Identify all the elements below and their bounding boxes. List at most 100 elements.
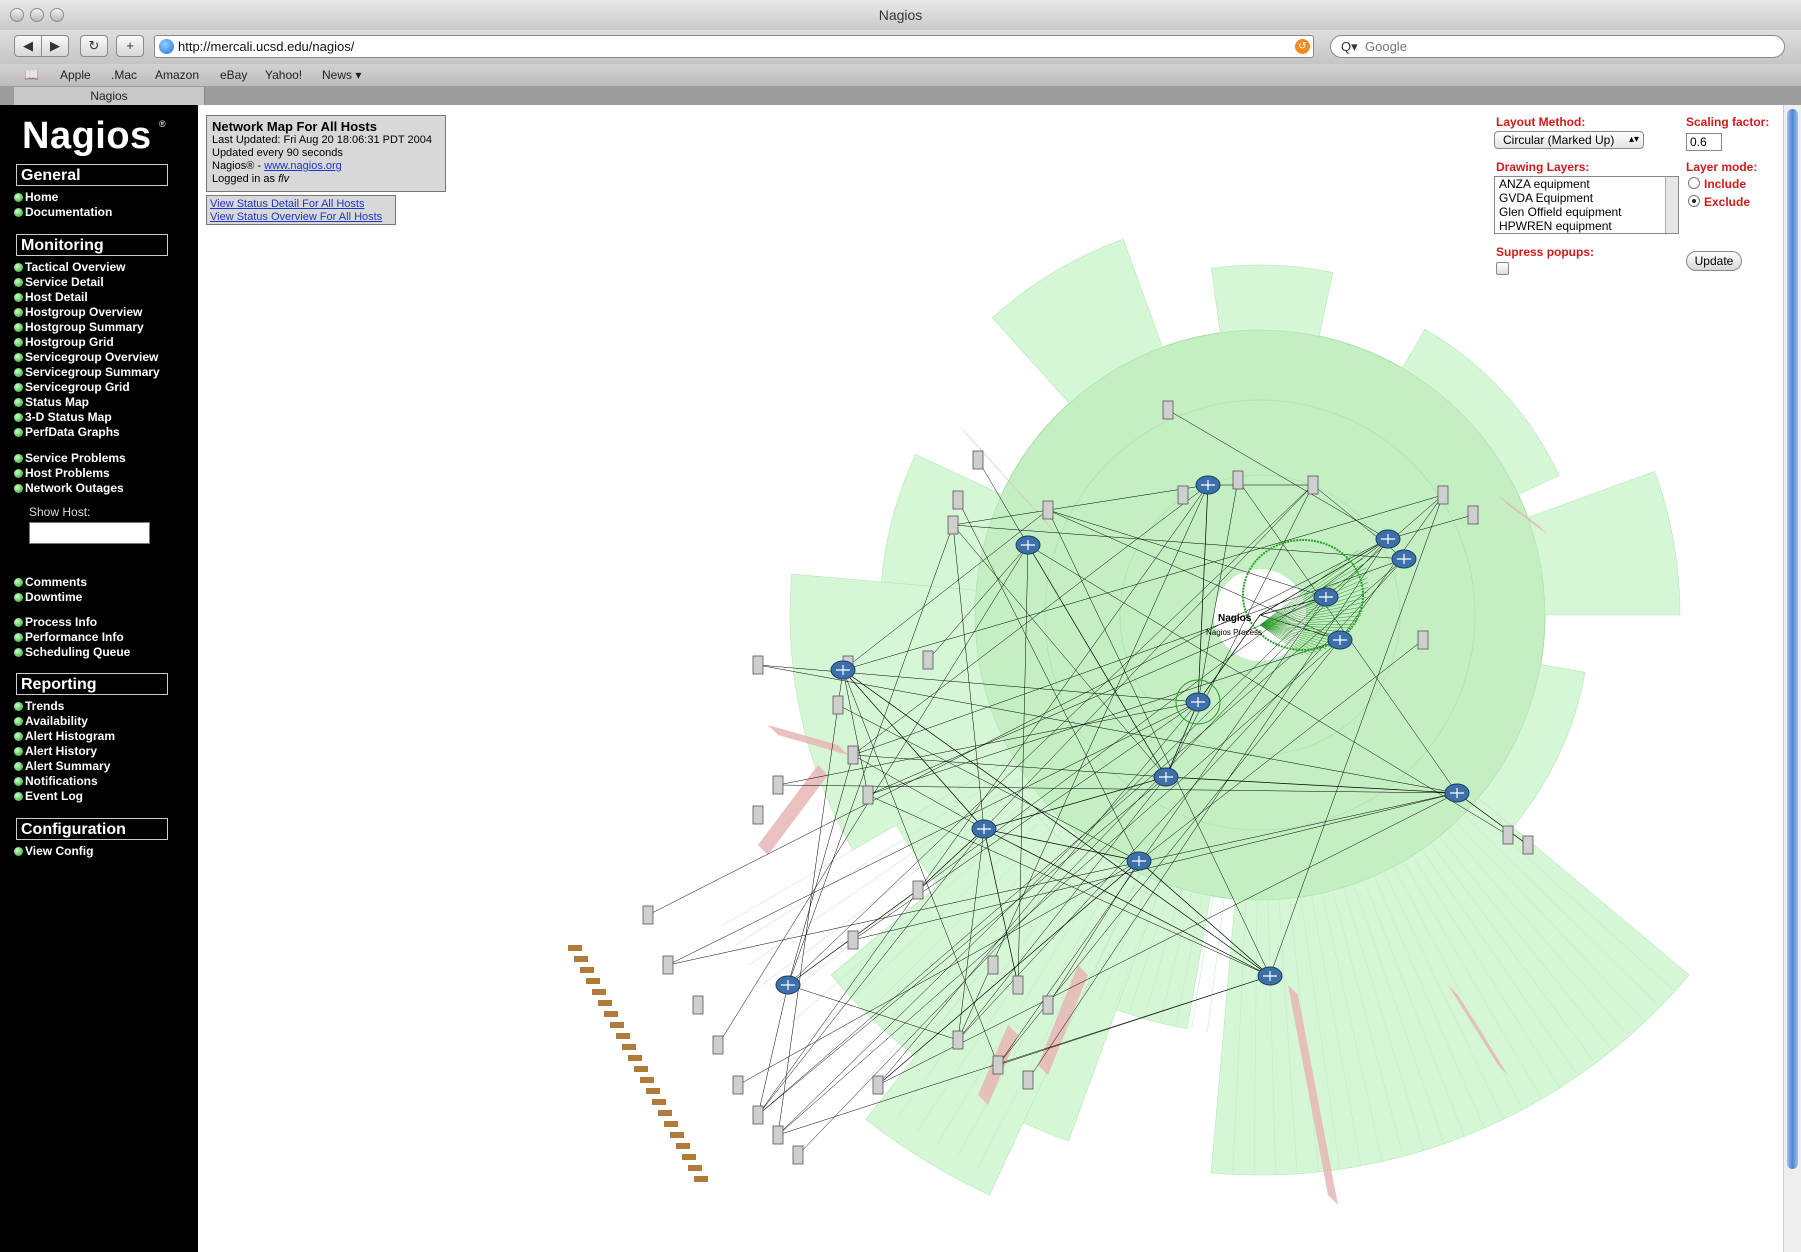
nav-service-problems[interactable]: Service Problems	[14, 451, 126, 465]
host-node	[972, 450, 984, 470]
suppress-popups-checkbox[interactable]	[1496, 262, 1509, 275]
host-node	[732, 1075, 744, 1095]
nav-availability[interactable]: Availability	[14, 714, 88, 728]
host-node	[832, 695, 844, 715]
nav-downtime[interactable]: Downtime	[14, 590, 82, 604]
host-node	[1522, 835, 1534, 855]
nav-comments[interactable]: Comments	[14, 575, 87, 589]
bullet-icon	[14, 323, 23, 332]
bookmarks-book-icon[interactable]: 📖	[24, 68, 39, 82]
nav-notifications[interactable]: Notifications	[14, 774, 98, 788]
section-configuration: Configuration	[16, 818, 168, 840]
nav-performance-info[interactable]: Performance Info	[14, 630, 124, 644]
host-node	[568, 945, 582, 951]
host-node	[862, 785, 874, 805]
host-node	[628, 1055, 642, 1061]
nav-scheduling-queue[interactable]: Scheduling Queue	[14, 645, 130, 659]
view-status-overview-link[interactable]: View Status Overview For All Hosts	[210, 211, 392, 224]
layout-method-label: Layout Method:	[1496, 115, 1586, 129]
reload-button[interactable]: ↻	[80, 35, 108, 57]
bookmark-amazon[interactable]: Amazon	[155, 68, 199, 82]
update-button[interactable]: Update	[1686, 251, 1742, 271]
layer-option[interactable]: HPWREN equipment	[1495, 219, 1678, 233]
address-bar[interactable]: http://mercali.ucsd.edu/nagios/ ↺	[154, 35, 1314, 58]
nav-home[interactable]: Home	[14, 190, 58, 204]
layout-method-select[interactable]: Circular (Marked Up) ▴▾	[1494, 131, 1644, 149]
host-node	[752, 805, 764, 825]
tab-nagios[interactable]: Nagios	[14, 87, 205, 105]
bookmark-mac[interactable]: .Mac	[111, 68, 137, 82]
bookmark-ebay[interactable]: eBay	[220, 68, 247, 82]
host-node	[646, 1088, 660, 1094]
host-node	[688, 1165, 702, 1171]
add-bookmark-button[interactable]: +	[116, 35, 144, 57]
section-general: General	[16, 164, 168, 186]
layer-option[interactable]: Glen Offield equipment	[1495, 205, 1678, 219]
bullet-icon	[14, 747, 23, 756]
bullet-icon	[14, 593, 23, 602]
host-node	[1022, 1070, 1034, 1090]
layer-option[interactable]: ANZA equipment	[1495, 177, 1678, 191]
globe-icon	[159, 39, 174, 54]
nav-alert-history[interactable]: Alert History	[14, 744, 97, 758]
scaling-factor-input[interactable]: 0.6	[1686, 133, 1722, 151]
vertical-scrollbar[interactable]	[1783, 105, 1801, 1252]
host-node	[598, 1000, 612, 1006]
nav-servicegroup-summary[interactable]: Servicegroup Summary	[14, 365, 160, 379]
show-host-label: Show Host:	[29, 505, 91, 519]
nagios-org-link[interactable]: www.nagios.org	[264, 160, 342, 172]
bullet-icon	[14, 398, 23, 407]
nav-hostgroup-summary[interactable]: Hostgroup Summary	[14, 320, 144, 334]
list-scrollbar[interactable]	[1665, 177, 1678, 233]
nav-perfdata-graphs[interactable]: PerfData Graphs	[14, 425, 120, 439]
nav-hostgroup-grid[interactable]: Hostgroup Grid	[14, 335, 114, 349]
host-node	[592, 989, 606, 995]
nav-servicegroup-grid[interactable]: Servicegroup Grid	[14, 380, 130, 394]
nav-3d-status-map[interactable]: 3-D Status Map	[14, 410, 112, 424]
bookmark-yahoo[interactable]: Yahoo!	[265, 68, 302, 82]
drawing-layers-list[interactable]: ANZA equipment GVDA Equipment Glen Offie…	[1494, 176, 1679, 234]
search-input[interactable]	[1363, 38, 1767, 55]
nav-view-config[interactable]: View Config	[14, 844, 93, 858]
view-status-detail-link[interactable]: View Status Detail For All Hosts	[210, 198, 392, 211]
nav-trends[interactable]: Trends	[14, 699, 64, 713]
host-node	[752, 655, 764, 675]
host-node	[847, 745, 859, 765]
host-node	[992, 1055, 1004, 1075]
section-monitoring: Monitoring	[16, 234, 168, 256]
nav-network-outages[interactable]: Network Outages	[14, 481, 124, 495]
search-field[interactable]: Q▾	[1330, 35, 1785, 58]
bookmark-apple[interactable]: Apple	[60, 68, 91, 82]
nav-service-detail[interactable]: Service Detail	[14, 275, 104, 289]
bullet-icon	[14, 633, 23, 642]
nav-process-info[interactable]: Process Info	[14, 615, 97, 629]
host-node	[847, 930, 859, 950]
url-text: http://mercali.ucsd.edu/nagios/	[178, 39, 355, 54]
nav-event-log[interactable]: Event Log	[14, 789, 83, 803]
nav-alert-histogram[interactable]: Alert Histogram	[14, 729, 115, 743]
bookmark-news[interactable]: News ▾	[322, 68, 361, 82]
host-node	[682, 1154, 696, 1160]
layer-option[interactable]: GVDA Equipment	[1495, 191, 1678, 205]
nav-servicegroup-overview[interactable]: Servicegroup Overview	[14, 350, 158, 364]
nav-documentation[interactable]: Documentation	[14, 205, 112, 219]
nav-tactical-overview[interactable]: Tactical Overview	[14, 260, 126, 274]
host-node	[642, 905, 654, 925]
nav-status-map[interactable]: Status Map	[14, 395, 89, 409]
map-title: Network Map For All Hosts	[212, 119, 377, 134]
nav-host-detail[interactable]: Host Detail	[14, 290, 88, 304]
bullet-icon	[14, 293, 23, 302]
host-node	[772, 775, 784, 795]
show-host-input[interactable]	[29, 522, 150, 544]
include-radio[interactable]	[1688, 177, 1700, 189]
scaling-factor-label: Scaling factor:	[1686, 115, 1770, 129]
forward-button[interactable]: ▶	[41, 35, 69, 57]
scrollbar-thumb[interactable]	[1787, 109, 1798, 1169]
host-node	[652, 1099, 666, 1105]
back-button[interactable]: ◀	[14, 35, 42, 57]
exclude-radio[interactable]	[1688, 195, 1700, 207]
nav-alert-summary[interactable]: Alert Summary	[14, 759, 110, 773]
rss-icon[interactable]: ↺	[1295, 39, 1310, 54]
nav-host-problems[interactable]: Host Problems	[14, 466, 110, 480]
nav-hostgroup-overview[interactable]: Hostgroup Overview	[14, 305, 142, 319]
